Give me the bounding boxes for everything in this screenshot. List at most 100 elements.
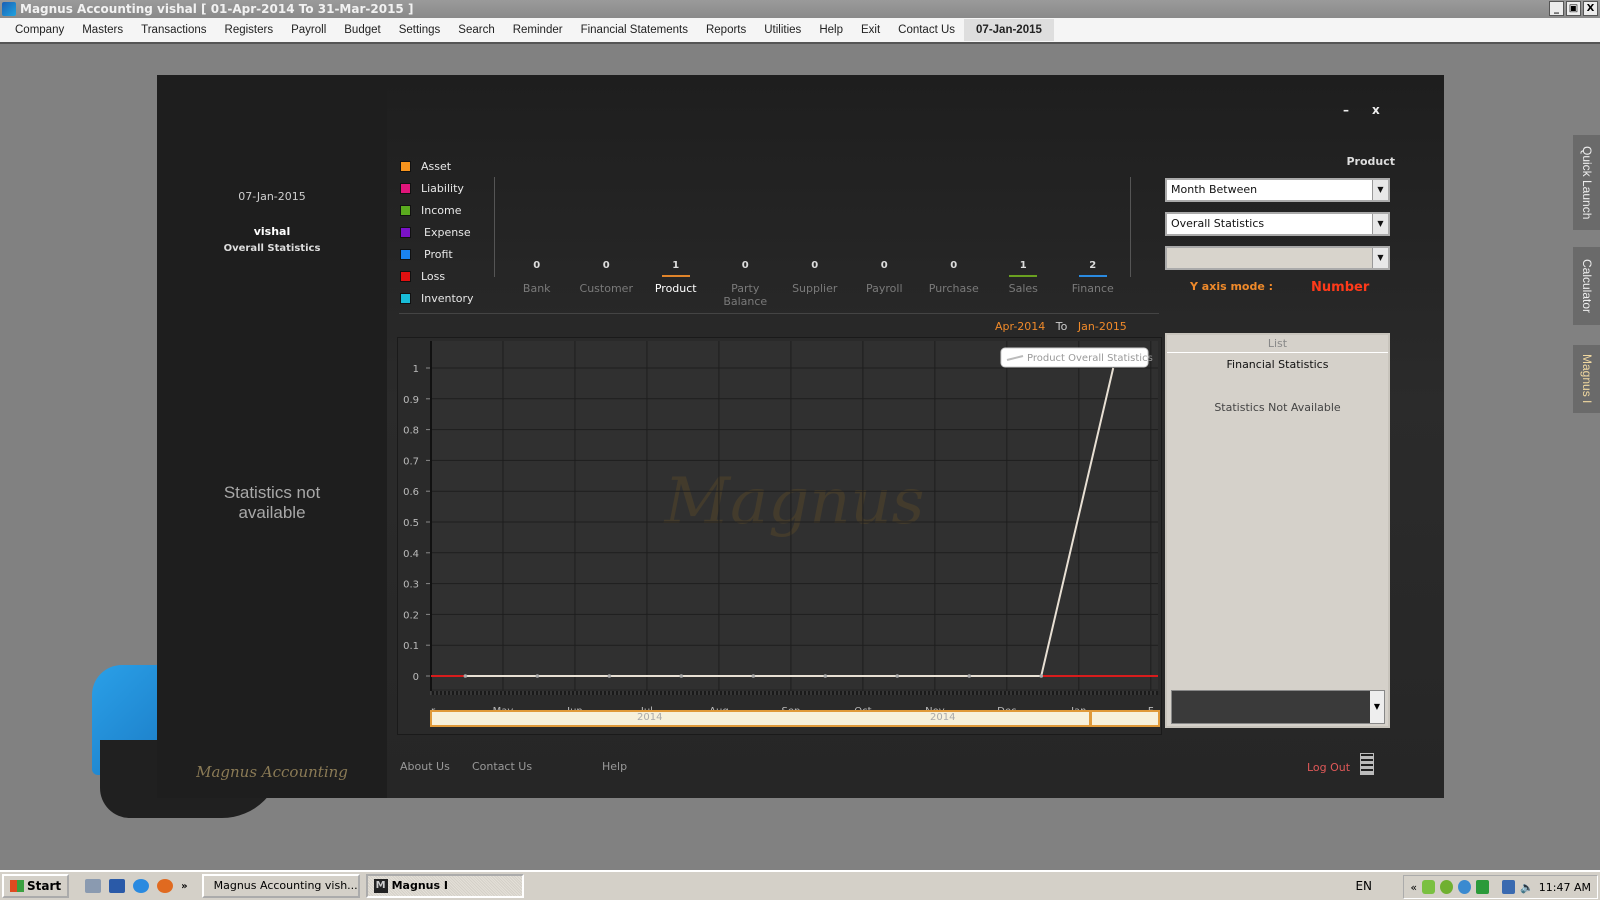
dialog-close-button[interactable]: x	[1372, 103, 1380, 117]
category-count: 1	[1019, 260, 1027, 271]
menu-registers[interactable]: Registers	[216, 19, 283, 41]
server-manager-icon[interactable]	[85, 879, 102, 893]
language-indicator[interactable]: EN	[1355, 879, 1372, 893]
category-tab-customer[interactable]: 0 Customer	[572, 260, 642, 308]
y-tick-label: 0.1	[403, 641, 419, 652]
logout-link[interactable]: Log Out	[1307, 761, 1350, 774]
window-close-button[interactable]: X	[1583, 1, 1598, 16]
menu-payroll[interactable]: Payroll	[282, 19, 335, 41]
help-link[interactable]: Help	[602, 760, 627, 773]
quick-launch-tab[interactable]: Quick Launch	[1573, 135, 1600, 230]
legend-item[interactable]: Income	[400, 199, 474, 221]
menu-help[interactable]: Help	[810, 19, 852, 41]
brand-text: Magnus Accounting	[196, 763, 348, 781]
category-count: 2	[1089, 260, 1097, 271]
y-axis-mode-value[interactable]: Number	[1311, 280, 1369, 295]
category-tab-purchase[interactable]: 0 Purchase	[919, 260, 989, 308]
category-label: Product	[654, 282, 697, 295]
start-button[interactable]: Start	[2, 874, 70, 898]
about-us-link[interactable]: About Us	[400, 760, 450, 773]
category-tab-party-balance[interactable]: 0 Party Balance	[711, 260, 781, 308]
statistics-combo[interactable]: Overall Statistics ▼	[1165, 212, 1390, 236]
calculator-icon[interactable]	[1360, 753, 1374, 775]
magnus-tab[interactable]: Magnus I	[1573, 345, 1600, 413]
firefox-icon[interactable]	[157, 879, 174, 893]
legend-item[interactable]: Loss	[400, 265, 474, 287]
menu-contact-us[interactable]: Contact Us	[889, 19, 964, 41]
legend-swatch	[400, 182, 411, 194]
contact-us-link[interactable]: Contact Us	[472, 760, 532, 773]
menu-company[interactable]: Company	[6, 19, 73, 41]
category-tab-bank[interactable]: 0 Bank	[502, 260, 572, 308]
menu-reminder[interactable]: Reminder	[504, 19, 572, 41]
range-to[interactable]: Jan-2015	[1078, 320, 1127, 333]
legend-item[interactable]: Asset	[400, 155, 474, 177]
chart-watermark: Magnus	[664, 465, 925, 539]
y-tick-label: 0.6	[403, 487, 419, 498]
menu-masters[interactable]: Masters	[73, 19, 132, 41]
tray-app-icon[interactable]	[1422, 880, 1436, 894]
window-restore-button[interactable]: ▣	[1566, 1, 1581, 16]
utorrent-icon[interactable]	[1440, 880, 1454, 894]
chevron-down-icon[interactable]: ▼	[1370, 691, 1384, 723]
category-label: Payroll	[865, 282, 903, 295]
right-title: Product	[1346, 155, 1395, 168]
menu-search[interactable]: Search	[449, 19, 503, 41]
menu-financial-statements[interactable]: Financial Statements	[572, 19, 697, 41]
menu-reports[interactable]: Reports	[697, 19, 755, 41]
range-from[interactable]: Apr-2014	[995, 320, 1045, 333]
volume-icon[interactable]: 🔈	[1520, 881, 1534, 894]
tray-app-icon[interactable]	[1476, 880, 1490, 894]
category-label: Party Balance	[723, 282, 768, 308]
legend-label: Asset	[421, 159, 452, 173]
menu-date: 07-Jan-2015	[964, 19, 1054, 41]
category-underline	[523, 275, 551, 277]
chevron-down-icon[interactable]: ▼	[1372, 248, 1388, 268]
category-underline	[801, 275, 829, 277]
taskbar-item[interactable]: Magnus Accounting vish...	[201, 874, 360, 898]
taskbar-item-active[interactable]: M Magnus I	[365, 874, 524, 898]
left-pane: 07-Jan-2015 vishal Overall Statistics St…	[157, 75, 387, 798]
dialog-minimize-button[interactable]: –	[1343, 103, 1349, 117]
category-tab-sales[interactable]: 1 Sales	[989, 260, 1059, 308]
category-underline	[1078, 275, 1107, 277]
legend-item[interactable]: Inventory	[400, 287, 474, 309]
more-chevron-icon[interactable]: »	[181, 881, 187, 892]
menu-utilities[interactable]: Utilities	[755, 19, 810, 41]
filter-combo[interactable]: ▼	[1165, 246, 1390, 270]
category-count: 0	[533, 260, 541, 271]
tray-expand-icon[interactable]: «	[1410, 881, 1417, 894]
list-tab[interactable]: List	[1167, 335, 1388, 353]
period-combo[interactable]: Month Between ▼	[1165, 178, 1390, 202]
chevron-down-icon[interactable]: ▼	[1372, 180, 1388, 200]
menu-exit[interactable]: Exit	[852, 19, 889, 41]
menu-budget[interactable]: Budget	[335, 19, 389, 41]
network-globe-icon[interactable]	[1458, 880, 1472, 894]
x-axis	[431, 691, 1158, 695]
y-tick-label: 0.7	[403, 456, 419, 467]
category-tab-finance[interactable]: 2 Finance	[1058, 260, 1128, 308]
calculator-tab[interactable]: Calculator	[1573, 247, 1600, 325]
menu-bar: Company Masters Transactions Registers P…	[0, 18, 1600, 44]
window-minimize-button[interactable]: _	[1549, 1, 1564, 16]
list-dropdown[interactable]: ▼	[1171, 690, 1385, 724]
show-desktop-icon[interactable]	[109, 879, 126, 893]
category-tab-payroll[interactable]: 0 Payroll	[850, 260, 920, 308]
chevron-down-icon[interactable]: ▼	[1372, 214, 1388, 234]
window-title: Magnus Accounting vishal [ 01-Apr-2014 T…	[20, 2, 414, 16]
legend-item[interactable]: Profit	[400, 243, 474, 265]
menu-transactions[interactable]: Transactions	[132, 19, 215, 41]
ie-icon[interactable]	[133, 879, 150, 893]
legend-label: Income	[421, 203, 462, 217]
y-tick-label: 0.3	[403, 580, 419, 591]
menu-settings[interactable]: Settings	[390, 19, 450, 41]
legend-item[interactable]: Expense	[400, 221, 474, 243]
timeline-scrollbar[interactable]: 2014 2014	[430, 710, 1160, 727]
category-tab-product[interactable]: 1 Product	[641, 260, 711, 308]
category-tab-supplier[interactable]: 0 Supplier	[780, 260, 850, 308]
data-point	[1039, 674, 1044, 678]
network-icon[interactable]	[1502, 880, 1516, 894]
legend-item[interactable]: Liability	[400, 177, 474, 199]
category-label: Finance	[1071, 282, 1114, 295]
timeline-thumb[interactable]	[1089, 710, 1092, 727]
